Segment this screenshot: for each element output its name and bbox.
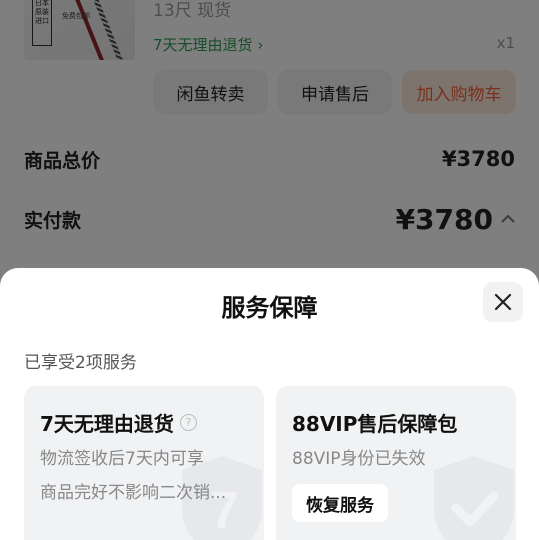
- close-icon: [494, 293, 512, 311]
- service-card-returns[interactable]: 7 7天无理由退货 ? 物流签收后7天内可享 商品完好不影响二次销...: [24, 386, 264, 540]
- service-title-vip: 88VIP售后保障包: [292, 412, 458, 436]
- service-title-returns-text: 7天无理由退货: [40, 412, 174, 436]
- vip-status: 88VIP身份已失效: [292, 449, 426, 469]
- close-button[interactable]: [483, 282, 523, 322]
- service-desc-line2: 商品完好不影响二次销...: [40, 483, 227, 503]
- service-desc-line1: 物流签收后7天内可享: [40, 449, 204, 469]
- service-title-returns: 7天无理由退货 ?: [40, 408, 197, 437]
- services-count: 已享受2项服务: [24, 353, 137, 373]
- restore-service-button[interactable]: 恢复服务: [292, 484, 388, 522]
- service-guarantee-sheet: 服务保障 已享受2项服务 7 7天无理由退货 ? 物流签收后7天内可享 商品完好…: [0, 268, 539, 540]
- help-icon[interactable]: ?: [179, 414, 197, 431]
- service-card-vip[interactable]: 88VIP售后保障包 88VIP身份已失效 恢复服务: [276, 386, 516, 540]
- sheet-title: 服务保障: [221, 294, 318, 322]
- shield-check-icon: [434, 456, 514, 540]
